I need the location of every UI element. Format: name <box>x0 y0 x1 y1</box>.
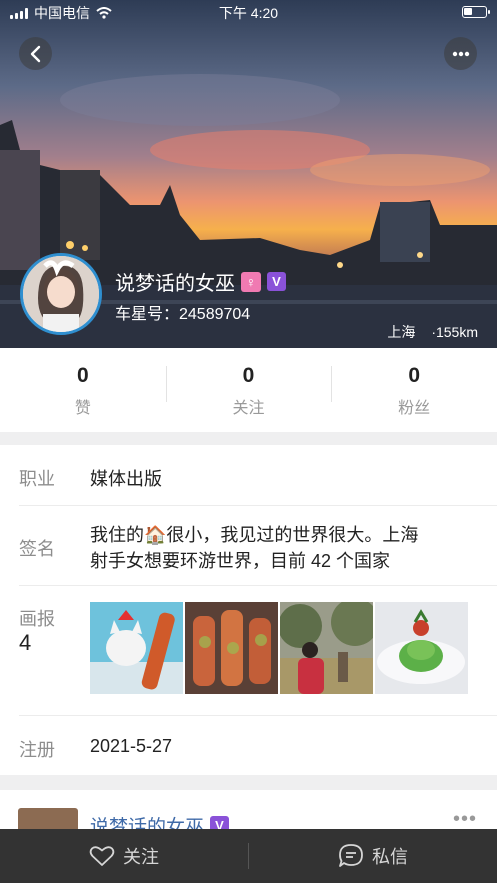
stat-value: 0 <box>242 364 255 387</box>
album-label: 画报 <box>19 609 55 629</box>
post-more-button[interactable]: ••• <box>453 808 477 831</box>
stat-following[interactable]: 0 关注 <box>165 348 332 432</box>
signature-label: 签名 <box>19 539 55 559</box>
register-label: 注册 <box>19 740 55 760</box>
location: 上海 ·155km <box>387 322 478 342</box>
divider <box>19 585 497 586</box>
chevron-left-icon <box>30 45 40 62</box>
profile-info-section: 职业 媒体出版 签名 我住的🏠很小，我见过的世界很大。上海 射手女想要环游世界，… <box>0 445 497 775</box>
stat-likes[interactable]: 0 赞 <box>0 348 166 432</box>
job-value: 媒体出版 <box>90 469 162 489</box>
message-label: 私信 <box>372 847 408 867</box>
stat-label: 赞 <box>74 400 91 417</box>
album-count: 4 <box>19 630 32 655</box>
location-distance: ·155km <box>431 324 478 340</box>
album-photo-park[interactable] <box>280 602 373 694</box>
location-city: 上海 <box>387 324 416 340</box>
message-button[interactable]: 私信 <box>249 829 497 883</box>
heart-icon <box>89 846 115 866</box>
stat-followers[interactable]: 0 粉丝 <box>331 348 497 432</box>
stats-bar: 0 赞 0 关注 0 粉丝 <box>0 348 497 432</box>
star-id: 车星号：24589704 <box>115 306 251 323</box>
avatar[interactable] <box>20 253 102 335</box>
cellular-signal-icon <box>10 7 28 19</box>
female-gender-icon: ♀ <box>241 271 261 292</box>
signature-line-2: 射手女想要环游世界，目前 42 个国家 <box>90 551 391 571</box>
avatar-photo <box>23 256 99 332</box>
album-photo-cat-painting[interactable] <box>90 602 183 694</box>
stat-label: 粉丝 <box>398 400 431 417</box>
job-label: 职业 <box>19 469 55 489</box>
profile-name-row: 说梦话的女巫 ♀ V <box>115 267 286 296</box>
signature-line-1: 我住的🏠很小，我见过的世界很大。上海 <box>90 525 419 545</box>
stat-value: 0 <box>408 364 421 387</box>
album-photos <box>90 602 468 694</box>
profile-header-background: 中国电信 下午 4:20 说梦话的女巫 ♀ V 车星号：24589704 上海 … <box>0 0 497 348</box>
profile-name: 说梦话的女巫 <box>115 273 235 295</box>
divider <box>19 505 497 506</box>
wifi-icon <box>96 7 112 19</box>
album-photo-dish[interactable] <box>375 602 468 694</box>
stat-value: 0 <box>76 364 89 387</box>
verified-badge-icon: V <box>267 272 286 291</box>
stat-label: 关注 <box>232 400 265 417</box>
chat-bubble-icon <box>339 844 363 867</box>
status-bar: 中国电信 下午 4:20 <box>0 0 497 26</box>
follow-button[interactable]: 关注 <box>0 829 248 883</box>
album-photo-grilled-shrimp[interactable] <box>185 602 278 694</box>
carrier-name: 中国电信 <box>34 5 90 21</box>
battery-icon <box>462 6 490 18</box>
register-date: 2021-5-27 <box>90 736 173 756</box>
ellipsis-icon <box>452 51 469 56</box>
divider <box>19 715 497 716</box>
back-button[interactable] <box>19 37 52 70</box>
more-options-button[interactable] <box>444 37 477 70</box>
follow-label: 关注 <box>123 847 159 867</box>
signature-text: 我住的🏠很小，我见过的世界很大。上海 射手女想要环游世界，目前 42 个国家 <box>90 522 418 574</box>
bottom-action-bar: 关注 私信 <box>0 829 497 883</box>
